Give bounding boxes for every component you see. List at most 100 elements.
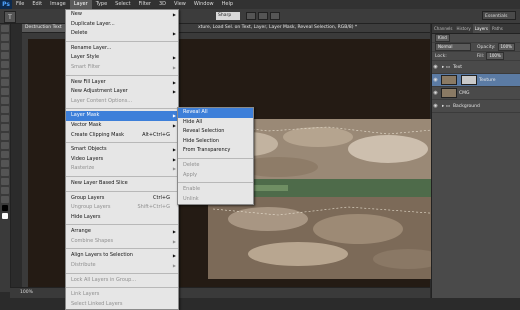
menu-file[interactable]: File [12,0,28,9]
menu-item-layer-style[interactable]: Layer Style ▶ [66,53,178,63]
menu-3d[interactable]: 3D [155,0,170,9]
type-tool-icon[interactable] [1,160,9,167]
lasso-tool-icon[interactable] [1,43,9,50]
menu-item-label: New Fill Layer [71,78,106,85]
menu-filter[interactable]: Filter [135,0,155,9]
shape-tool-icon[interactable] [1,178,9,185]
photoshop-logo: Ps [0,0,12,9]
zoom-level[interactable]: 100% [20,290,33,295]
menu-item-label: Distribute [71,262,96,269]
brush-tool-icon[interactable] [1,88,9,95]
submenu-item-hide-all[interactable]: Hide All [178,118,253,128]
crop-tool-icon[interactable] [1,61,9,68]
submenu-item-hide-selection[interactable]: Hide Selection [178,137,253,147]
foreground-color-swatch[interactable] [2,205,8,211]
submenu-arrow-icon: ▶ [172,147,176,153]
tab-paths[interactable]: Paths [490,24,505,33]
folder-icon[interactable]: ▸ ▭ [442,104,450,109]
submenu-item-reveal-selection[interactable]: Reveal Selection [178,127,253,137]
menu-item-label: Create Clipping Mask [71,131,125,138]
layer-row[interactable]: ◉ ▸ ▭ Background [432,100,520,113]
zoom-tool-icon[interactable] [1,196,9,203]
menu-item-video-layers[interactable]: Video Layers ▶ [66,155,178,165]
workspace-select[interactable]: Essentials [482,11,516,20]
visibility-eye-icon[interactable]: ◉ [432,64,439,70]
menu-image[interactable]: Image [46,0,70,9]
quick-select-tool-icon[interactable] [1,52,9,59]
align-left-icon[interactable] [246,12,256,20]
menu-item-label: Group Layers [71,194,105,201]
menu-view[interactable]: View [170,0,190,9]
submenu-item-unlink: Unlink [178,195,253,205]
menu-item-group-layers[interactable]: Group Layers Ctrl+G [66,194,178,204]
stamp-tool-icon[interactable] [1,97,9,104]
align-right-icon[interactable] [270,12,280,20]
menu-item-duplicate-layer[interactable]: Duplicate Layer... [66,20,178,30]
menu-item-rename-layer[interactable]: Rename Layer... [66,44,178,54]
align-center-icon[interactable] [258,12,268,20]
tab-layers[interactable]: Layers [472,24,490,33]
menu-select[interactable]: Select [111,0,134,9]
menu-item-smart-filter: Smart Filter ▶ [66,63,178,73]
visibility-eye-icon[interactable]: ◉ [432,90,439,96]
menu-item-shortcut: Alt+Ctrl+G [142,131,170,138]
menu-window[interactable]: Window [190,0,218,9]
path-select-tool-icon[interactable] [1,169,9,176]
background-color-swatch[interactable] [2,213,8,219]
visibility-eye-icon[interactable]: ◉ [432,103,439,109]
filter-kind-select[interactable]: Kind [435,34,450,42]
menu-item-new[interactable]: New ▶ [66,10,178,20]
menu-item-new-fill-layer[interactable]: New Fill Layer ▶ [66,78,178,88]
menu-item-label: New [71,11,82,17]
folder-icon[interactable]: ▸ ▭ [442,65,450,70]
tab-channels[interactable]: Channels [432,24,455,33]
layer-row[interactable]: ◉ Texture [432,74,520,87]
hand-tool-icon[interactable] [1,187,9,194]
healing-tool-icon[interactable] [1,79,9,86]
menu-separator [66,224,178,226]
menu-item-new-layer-based-slice[interactable]: New Layer Based Slice [66,179,178,189]
submenu-item-reveal-all[interactable]: Reveal All [178,108,253,118]
gradient-tool-icon[interactable] [1,124,9,131]
blur-tool-icon[interactable] [1,133,9,140]
type-tool-icon[interactable]: T [4,11,16,23]
menu-help[interactable]: Help [218,0,237,9]
menu-item-label: Arrange [71,228,91,235]
menu-item-hide-layers[interactable]: Hide Layers [66,213,178,223]
menu-item-smart-objects[interactable]: Smart Objects ▶ [66,145,178,155]
menu-item-arrange[interactable]: Arrange ▶ [66,227,178,237]
menu-item-new-adjustment-layer[interactable]: New Adjustment Layer ▶ [66,87,178,97]
menu-type[interactable]: Type [92,0,111,9]
eraser-tool-icon[interactable] [1,115,9,122]
pen-tool-icon[interactable] [1,151,9,158]
menu-layer[interactable]: Layer [69,0,92,9]
dodge-tool-icon[interactable] [1,142,9,149]
menu-item-vector-mask[interactable]: Vector Mask ▶ [66,121,178,131]
tools-panel [0,24,11,292]
submenu-arrow-icon: ▶ [172,64,176,70]
layer-row[interactable]: ◉ ▸ ▭ Text [432,61,520,74]
move-tool-icon[interactable] [1,25,9,32]
menu-item-layer-mask[interactable]: Layer Mask ▶ [66,111,178,121]
opacity-input[interactable]: 100% [497,43,515,51]
menu-item-delete[interactable]: Delete ▶ [66,29,178,39]
menu-item-label: Reveal Selection [183,128,225,135]
layers-list: ◉ ▸ ▭ Text ◉ Texture ◉ CMG ◉ ▸ ▭ Background [432,61,520,113]
eyedropper-tool-icon[interactable] [1,70,9,77]
antialias-select[interactable]: Sharp [216,12,240,20]
visibility-eye-icon[interactable]: ◉ [432,77,439,83]
menu-item-label: Reveal All [183,109,208,115]
menu-edit[interactable]: Edit [28,0,46,9]
history-brush-tool-icon[interactable] [1,106,9,113]
menu-item-align-layers-to-selection[interactable]: Align Layers to Selection ▶ [66,251,178,261]
submenu-arrow-icon: ▶ [172,263,176,269]
marquee-tool-icon[interactable] [1,34,9,41]
blend-mode-select[interactable]: Normal [435,43,471,51]
layer-mask-thumbnail[interactable] [461,75,477,85]
menu-item-create-clipping-mask[interactable]: Create Clipping Mask Alt+Ctrl+G [66,131,178,141]
layer-row[interactable]: ◉ CMG [432,87,520,100]
fill-input[interactable]: 100% [486,52,504,60]
menu-separator [178,157,253,159]
tab-history[interactable]: History [455,24,473,33]
submenu-item-from-transparency[interactable]: From Transparency [178,146,253,156]
